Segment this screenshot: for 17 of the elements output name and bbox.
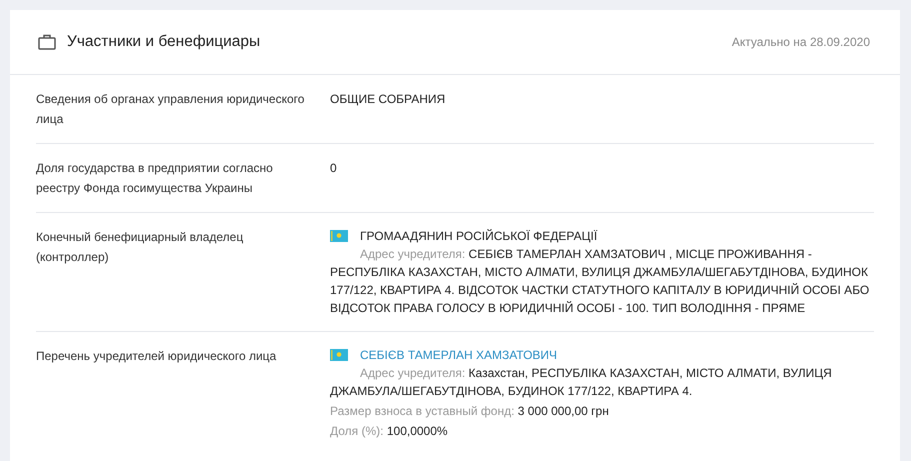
updated-date: Актуально на 28.09.2020 bbox=[732, 34, 870, 51]
founder-link[interactable]: СЕБІЄВ ТАМЕРЛАН ХАМЗАТОВИЧ bbox=[360, 346, 558, 364]
field-label: Доля государства в предприятии согласно реестру Фонда госимущества Украины bbox=[36, 160, 274, 197]
field-value: 0 bbox=[330, 160, 337, 177]
field-value: ОБЩИЕ СОБРАНИЯ bbox=[330, 91, 446, 108]
field-label: Конечный бенефициарный владелец (контроллер) bbox=[36, 229, 244, 266]
flag-icon bbox=[330, 230, 348, 242]
flag-icon bbox=[330, 349, 348, 361]
briefcase-icon bbox=[38, 34, 56, 50]
address-text: Адрес учредителя: СЕБІЄВ ТАМЕРЛАН ХАМЗАТОВИЧ , МІСЦЕ ПРОЖИВАННЯ - РЕСПУБЛІКА КАЗАХСТАН, МІСТО АЛМАТИ, ВУЛИЦЯ ДЖАМБУЛА/ШЕГАБУТДІНОВА, БУДИНОК 177/122, КВАРТИРА 4. ВІДСОТОК ЧАСТКИ СТАТУТНОГО КАПІТАЛУ В ЮРИДИЧНІЙ ОСОБІ АБО ВІДСОТОК ПРАВА ГОЛОСУ В ЮРИДИЧНІЙ ОСОБІ - 100. ТИП ВОЛОДІННЯ - ПРЯМЕ bbox=[330, 246, 870, 317]
detail-text: Доля (%): 100,0000% bbox=[330, 423, 449, 440]
detail-text: Размер взноса в уставный фонд: 3 000 000,00 грн bbox=[330, 403, 610, 420]
owner-name: ГРОМААДЯНИН РОСІЙСЬКОЇ ФЕДЕРАЦІЇ bbox=[360, 228, 598, 245]
card-title: Участники и бенефициары bbox=[67, 32, 260, 52]
address-text: Адрес учредителя: Казахстан, РЕСПУБЛІКА КАЗАХСТАН, МІСТО АЛМАТИ, ВУЛИЦЯ ДЖАМБУЛА/ШЕГАБУТДІНОВА, БУДИНОК 177/122, КВАРТИРА 4. bbox=[330, 365, 833, 400]
field-label: Перечень учредителей юридического лица bbox=[36, 348, 278, 365]
field-label: Сведения об органах управления юридического лица bbox=[36, 91, 306, 128]
